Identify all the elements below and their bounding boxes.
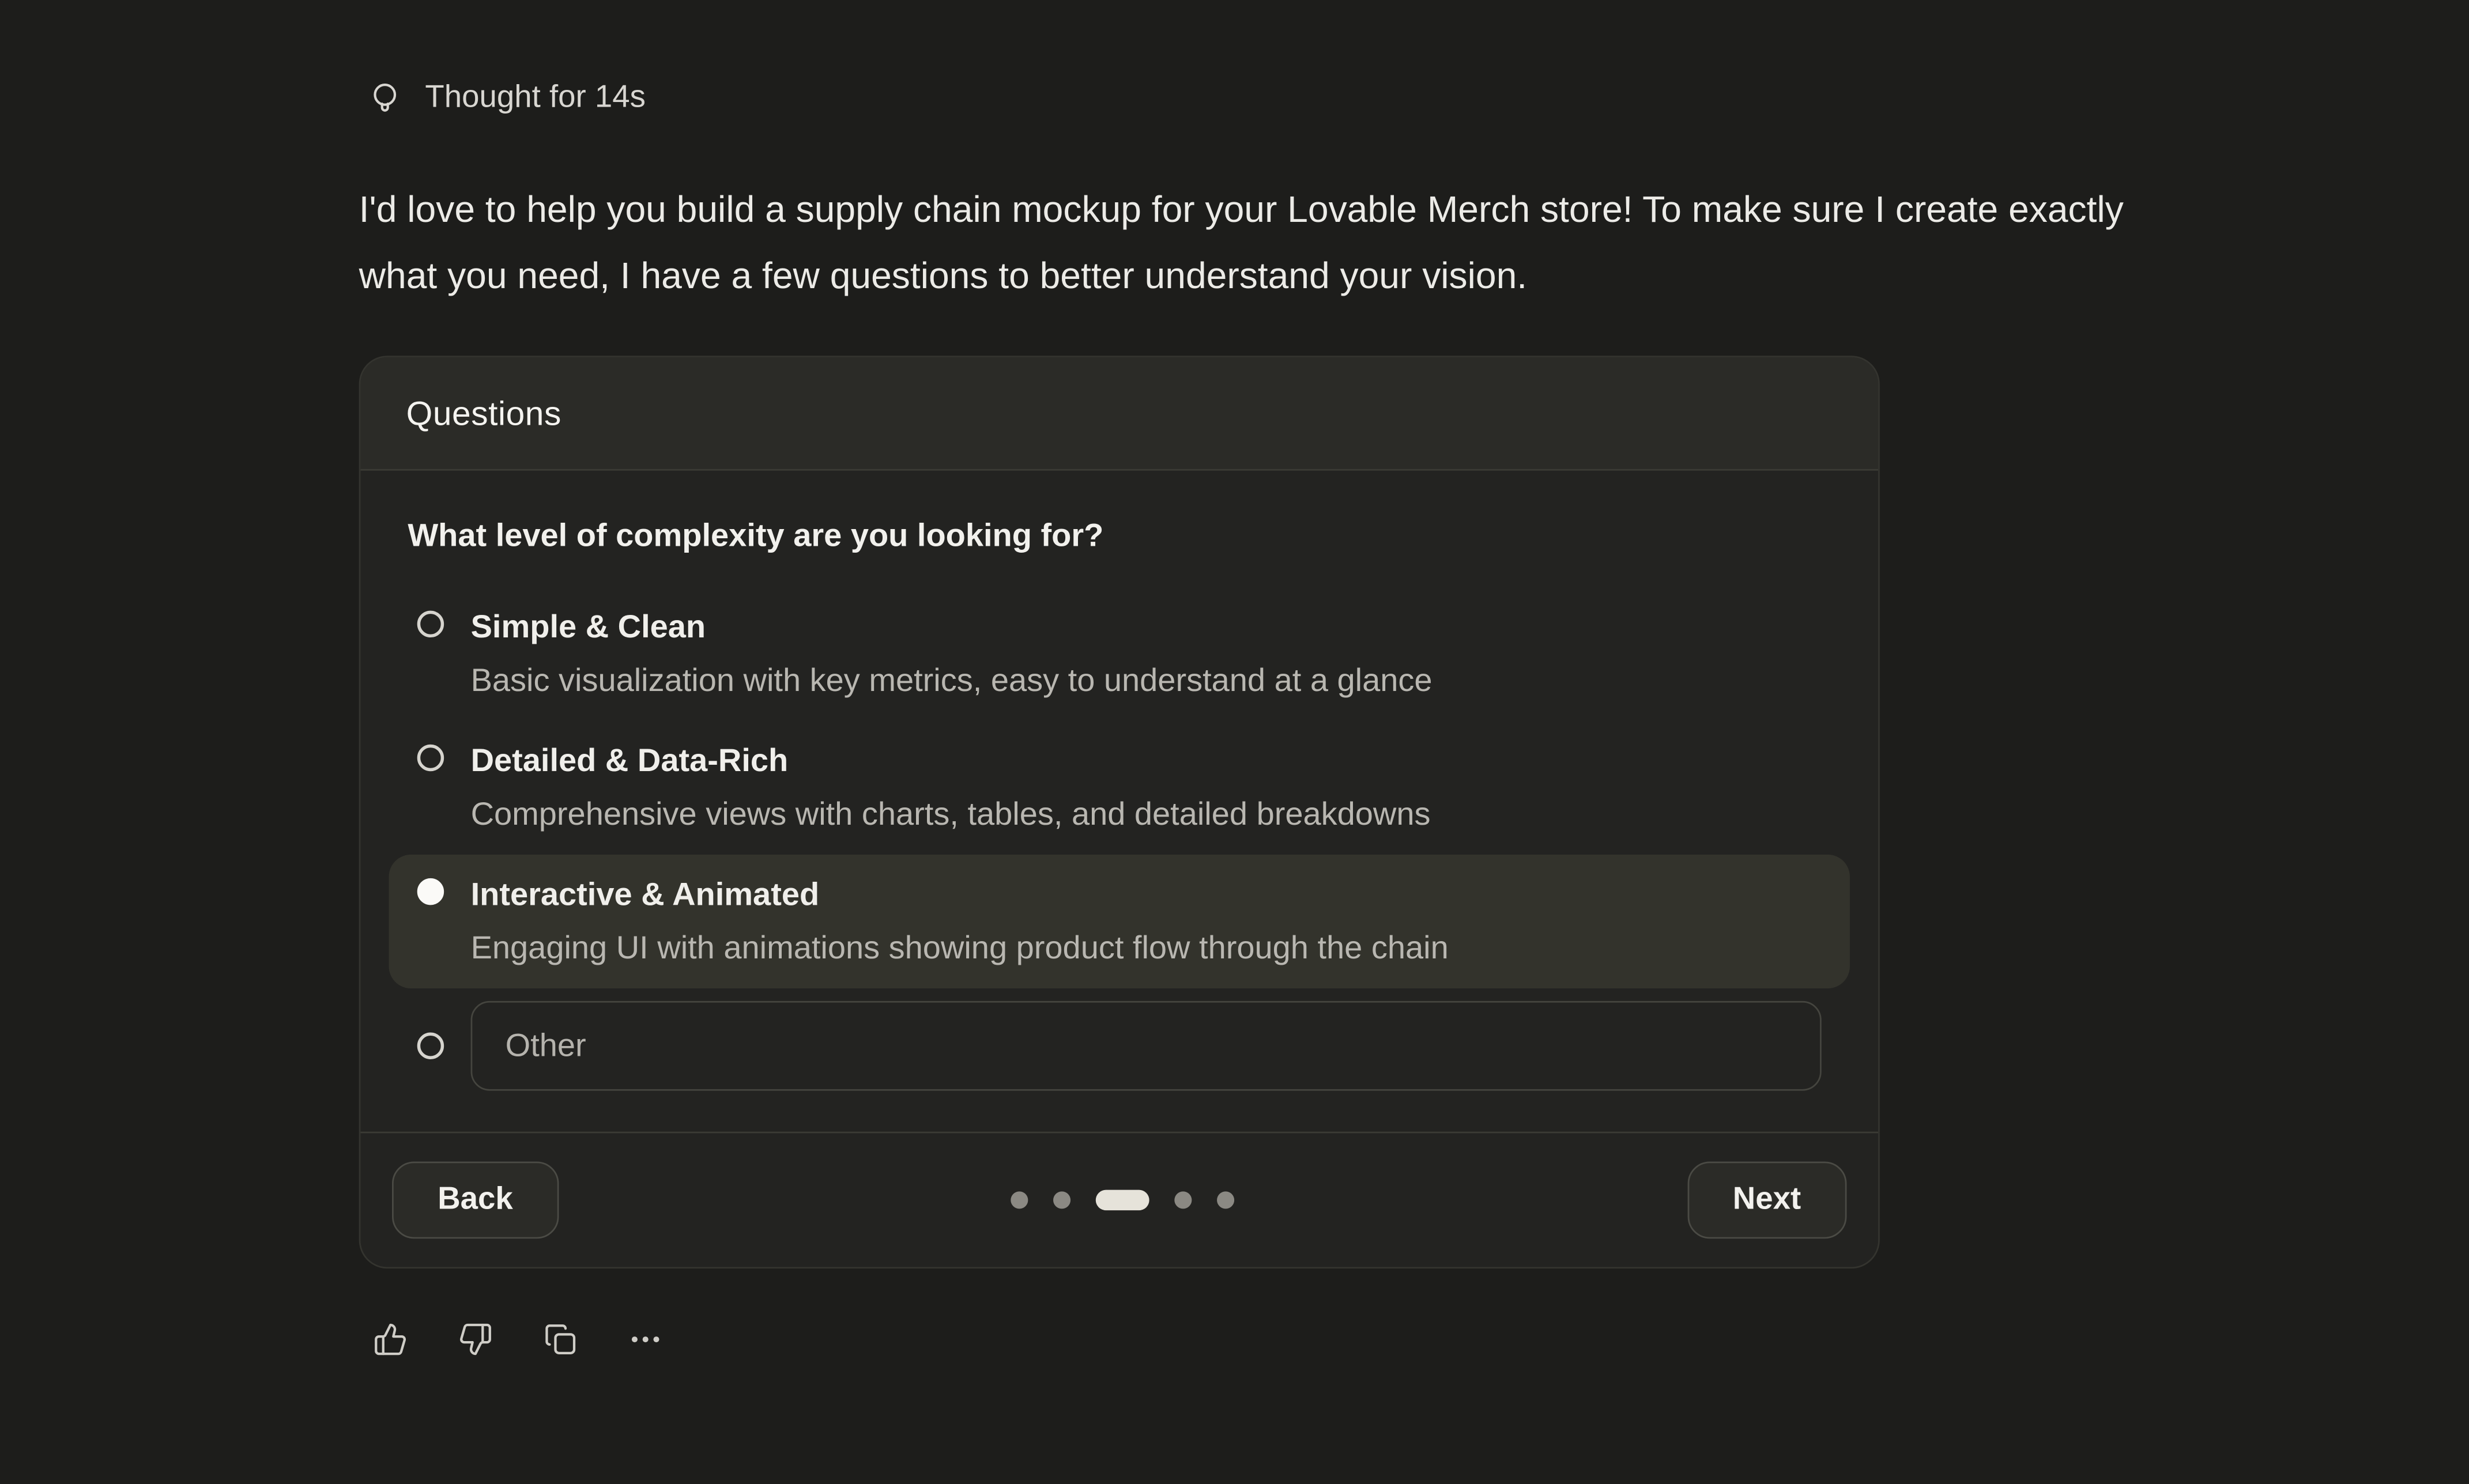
option-description: Comprehensive views with charts, tables,… [471,788,1431,842]
copy-button[interactable] [543,1322,578,1357]
option-other[interactable] [389,1001,1850,1091]
back-button[interactable]: Back [392,1161,559,1238]
option-description: Basic visualization with key metrics, ea… [471,655,1433,708]
questions-card: Questions What level of complexity are y… [359,356,1880,1268]
option-detailed-data-rich[interactable]: Detailed & Data-Rich Comprehensive views… [389,721,1850,855]
questions-card-header: Questions [360,357,1878,471]
radio-selected-icon[interactable] [417,878,444,905]
pagination-dot-active [1096,1190,1149,1211]
card-title: Questions [406,395,1833,434]
option-label: Detailed & Data-Rich [471,734,1431,789]
assistant-message-text: I'd love to help you build a supply chai… [359,176,2209,308]
questions-card-footer: Back Next [360,1132,1878,1267]
thumbs-up-icon [373,1322,408,1357]
thought-header[interactable]: Thought for 14s [367,80,646,116]
radio-unselected-icon[interactable] [417,611,444,637]
thought-label: Thought for 14s [425,80,646,116]
more-options-icon [628,1322,663,1357]
option-simple-clean[interactable]: Simple & Clean Basic visualization with … [389,587,1850,721]
question-text: What level of complexity are you looking… [408,518,1831,556]
pagination-dot [1175,1191,1192,1209]
thumbs-up-button[interactable] [373,1322,408,1357]
lightbulb-icon [367,80,403,116]
questions-card-body: What level of complexity are you looking… [360,471,1878,1132]
more-options-button[interactable] [628,1322,663,1357]
pagination-dot [1011,1191,1028,1209]
option-interactive-animated[interactable]: Interactive & Animated Engaging UI with … [389,855,1850,988]
option-description: Engaging UI with animations showing prod… [471,922,1449,976]
radio-unselected-icon[interactable] [417,1033,444,1059]
option-list: Simple & Clean Basic visualization with … [389,587,1850,988]
copy-icon [543,1322,578,1357]
option-label: Simple & Clean [471,600,1433,655]
pagination-dots [1011,1190,1235,1211]
thumbs-down-icon [458,1322,493,1357]
radio-unselected-icon[interactable] [417,745,444,771]
option-label: Interactive & Animated [471,867,1449,923]
pagination-dot [1054,1191,1071,1209]
other-input[interactable] [471,1001,1822,1091]
message-actions [373,1322,663,1357]
pagination-dot [1217,1191,1235,1209]
next-button[interactable]: Next [1687,1161,1847,1238]
thumbs-down-button[interactable] [458,1322,493,1357]
chat-message-view: Thought for 14s I'd love to help you bui… [0,0,2468,1484]
